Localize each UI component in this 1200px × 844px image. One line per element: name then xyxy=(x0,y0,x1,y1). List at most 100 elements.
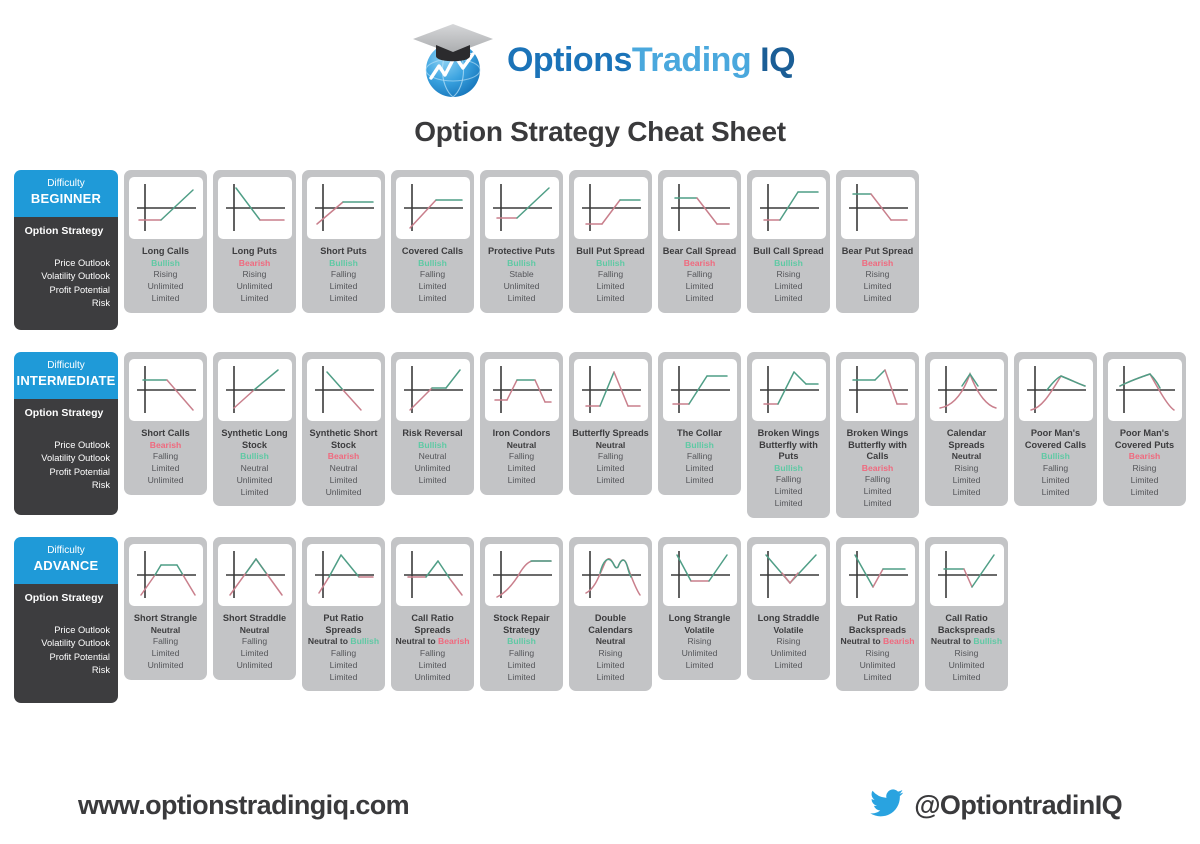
strategy-card[interactable]: Double Calendars Neutral Rising Limited Limi… xyxy=(569,537,652,692)
strategy-attributes: Bearish Falling Limited Limited xyxy=(661,258,738,305)
volatility-outlook-value: Falling xyxy=(686,451,713,462)
strategy-attributes: Bullish Falling Limited Limited xyxy=(661,440,738,487)
strategy-card[interactable]: Short Straddle Neutral Falling Limited Unlim… xyxy=(213,537,296,680)
payoff-diagram xyxy=(662,544,737,606)
risk-value: Unlimited xyxy=(414,671,451,682)
price-outlook-value: Bullish xyxy=(418,257,447,268)
twitter-link[interactable]: @OptiontradinIQ xyxy=(870,789,1123,822)
profit-potential-value: Limited xyxy=(685,281,714,292)
volatility-outlook-value: Rising xyxy=(776,269,801,280)
volatility-outlook-value: Rising xyxy=(242,269,267,280)
strategy-name: Bull Put Spread xyxy=(576,246,645,256)
strategy-name: Put Ratio Spreads xyxy=(323,613,364,635)
difficulty-level: BEGINNER xyxy=(30,191,102,206)
strategy-card[interactable]: Risk Reversal Bullish Neutral Unlimited Limi… xyxy=(391,352,474,495)
profit-potential-value: Unlimited xyxy=(414,463,451,474)
strategy-attributes: Bearish Falling Limited Unlimited xyxy=(127,440,204,487)
strategy-card[interactable]: Calendar Spreads Neutral Rising Limited Limi… xyxy=(925,352,1008,507)
volatility-outlook-value: Falling xyxy=(1042,462,1069,473)
strategy-attributes: Bullish Falling Limited Limited xyxy=(572,258,649,305)
strategy-card[interactable]: Covered Calls Bullish Falling Limited Limite… xyxy=(391,170,474,313)
risk-value: Limited xyxy=(329,293,358,304)
profit-potential-value: Unlimited xyxy=(859,659,896,670)
risk-value: Limited xyxy=(1130,486,1159,497)
brand-part-iq: IQ xyxy=(760,41,796,79)
strategy-attributes: Bullish Falling Limited Limited xyxy=(1017,451,1094,498)
payoff-diagram xyxy=(484,544,559,606)
strategy-card[interactable]: Synthetic Long Stock Bullish Neutral Unlimi… xyxy=(213,352,296,507)
strategy-card[interactable]: Poor Man's Covered Calls Bullish Falling Li… xyxy=(1014,352,1097,507)
attribute-label: Risk xyxy=(91,479,110,490)
attribute-label: Volatility Outlook xyxy=(41,271,110,282)
row-label-panel: Difficulty ADVANCE Option Strategy Price Ou… xyxy=(14,537,118,703)
volatility-outlook-value: Falling xyxy=(508,451,535,462)
strategy-attributes: Bearish Rising Limited Limited xyxy=(1106,451,1183,498)
strategy-attributes: Neutral Falling Limited Unlimited xyxy=(216,625,293,672)
attribute-label: Volatility Outlook xyxy=(41,453,110,464)
payoff-diagram xyxy=(128,359,203,421)
strategy-card[interactable]: Long Strangle Volatile Rising Unlimited Limi… xyxy=(658,537,741,680)
option-strategy-label: Option Strategy xyxy=(24,225,104,238)
volatility-outlook-value: Falling xyxy=(775,474,802,485)
strategy-card[interactable]: Bull Call Spread Bullish Rising Limited Limi… xyxy=(747,170,830,313)
website-url[interactable]: www.optionstradingiq.com xyxy=(78,790,410,821)
price-outlook-value: Bearish xyxy=(238,257,271,268)
risk-value: Unlimited xyxy=(147,475,184,486)
volatility-outlook-value: Rising xyxy=(865,269,890,280)
risk-value: Limited xyxy=(952,671,981,682)
strategy-attributes: Neutral to Bearish Rising Unlimited Limited xyxy=(839,636,916,683)
price-outlook-value: Bearish xyxy=(1128,451,1161,461)
row-label-panel: Difficulty INTERMEDIATE Option Strategy Pri… xyxy=(14,352,118,515)
risk-value: Limited xyxy=(240,293,269,304)
strategy-card[interactable]: Short Calls Bearish Falling Limited Unlimite… xyxy=(124,352,207,495)
strategy-card[interactable]: The Collar Bullish Falling Limited Limited xyxy=(658,352,741,495)
strategy-card[interactable]: Broken Wings Butterfly with Calls Bearish… xyxy=(836,352,919,518)
risk-value: Limited xyxy=(685,660,714,671)
price-outlook-value: Bullish xyxy=(507,257,536,268)
strategy-card[interactable]: Butterfly Spreads Neutral Falling Limited Li… xyxy=(569,352,652,495)
strategy-card[interactable]: Broken Wings Butterfly with Puts Bullish F… xyxy=(747,352,830,518)
strategy-card[interactable]: Long Straddle Volatile Rising Unlimited Limi… xyxy=(747,537,830,680)
strategy-card[interactable]: Protective Puts Bullish Stable Unlimited Lim… xyxy=(480,170,563,313)
profit-potential-value: Limited xyxy=(863,281,892,292)
profit-potential-value: Limited xyxy=(596,659,625,670)
price-outlook-value: Neutral xyxy=(595,439,626,450)
strategy-card[interactable]: Bull Put Spread Bullish Falling Limited Limi… xyxy=(569,170,652,313)
strategy-card[interactable]: Short Puts Bullish Falling Limited Limited xyxy=(302,170,385,313)
difficulty-header: Difficulty INTERMEDIATE xyxy=(14,352,118,400)
strategy-name: Short Puts xyxy=(320,246,367,256)
price-outlook-value: Bearish xyxy=(683,257,716,268)
row-attribute-panel: Option Strategy Price Outlook Volatility O… xyxy=(14,399,118,515)
strategy-name: Calendar Spreads xyxy=(946,428,987,450)
volatility-outlook-value: Stable xyxy=(509,269,534,280)
strategy-name: Butterfly Spreads xyxy=(572,428,649,438)
strategy-name: Bull Call Spread xyxy=(753,246,824,256)
strategy-card[interactable]: Put Ratio Backspreads Neutral to Bearish R… xyxy=(836,537,919,692)
payoff-diagram xyxy=(1018,359,1093,421)
payoff-diagram xyxy=(751,177,826,239)
strategy-card[interactable]: Poor Man's Covered Puts Bearish Rising Limi… xyxy=(1103,352,1186,507)
strategy-attributes: Neutral Falling Limited Limited xyxy=(572,440,649,487)
strategy-card[interactable]: Synthetic Short Stock Bearish Neutral Limit… xyxy=(302,352,385,507)
profit-potential-value: Limited xyxy=(507,659,536,670)
strategy-card[interactable]: Iron Condors Neutral Falling Limited Limited xyxy=(480,352,563,495)
strategy-card[interactable]: Call Ratio Spreads Neutral to Bearish Fall… xyxy=(391,537,474,692)
payoff-diagram xyxy=(306,544,381,606)
attribute-label: Risk xyxy=(91,297,110,308)
profit-potential-value: Limited xyxy=(329,474,358,485)
strategy-card[interactable]: Bear Put Spread Bearish Rising Limited Limit… xyxy=(836,170,919,313)
strategy-card[interactable]: Stock Repair Strategy Bullish Falling Limit… xyxy=(480,537,563,692)
profit-potential-value: Limited xyxy=(329,659,358,670)
strategy-card[interactable]: Bear Call Spread Bearish Falling Limited Lim… xyxy=(658,170,741,313)
payoff-diagram xyxy=(751,359,826,421)
strategy-card[interactable]: Long Puts Bearish Rising Unlimited Limited xyxy=(213,170,296,313)
strategy-card[interactable]: Long Calls Bullish Rising Unlimited Limited xyxy=(124,170,207,313)
strategy-card[interactable]: Put Ratio Spreads Neutral to Bullish Falli… xyxy=(302,537,385,692)
price-outlook-value: Neutral to Bearish xyxy=(395,636,470,646)
strategy-card[interactable]: Call Ratio Backspreads Neutral to Bullish… xyxy=(925,537,1008,692)
difficulty-level: ADVANCE xyxy=(33,558,99,573)
strategy-card[interactable]: Short Strangle Neutral Falling Limited Unlim… xyxy=(124,537,207,680)
profit-potential-value: Limited xyxy=(151,463,180,474)
attribute-label: Price Outlook xyxy=(54,258,110,269)
payoff-diagram xyxy=(573,359,648,421)
